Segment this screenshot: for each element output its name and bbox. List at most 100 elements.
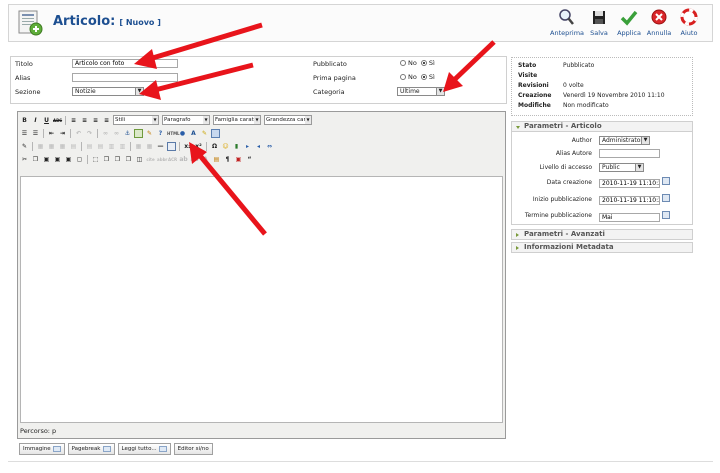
paste-icon[interactable]: ▣ xyxy=(42,155,51,164)
show-blocks-icon[interactable]: ¶ xyxy=(223,155,232,164)
table-icon[interactable]: ▦ xyxy=(36,142,45,151)
anchor-icon[interactable]: ⚓ xyxy=(123,129,132,138)
author-select[interactable]: Administrator ▼ xyxy=(599,136,650,145)
styles-select[interactable]: Stili ▼ xyxy=(113,115,159,125)
edit-css-icon[interactable]: ✎ xyxy=(20,142,29,151)
insert-row-after-icon[interactable]: ▤ xyxy=(85,142,94,151)
table-cell-props-icon[interactable]: ▦ xyxy=(58,142,67,151)
color-picker-icon[interactable]: ● xyxy=(178,129,187,138)
bold-icon[interactable]: B xyxy=(20,116,29,125)
move-forward-icon[interactable]: ❐ xyxy=(113,155,122,164)
save-button[interactable]: Salva xyxy=(583,8,615,42)
category-select[interactable]: Ultime ▼ xyxy=(397,87,445,96)
split-cells-icon[interactable]: ▦ xyxy=(134,142,143,151)
direction-ltr-icon[interactable]: ▸ xyxy=(243,142,252,151)
calendar-icon[interactable] xyxy=(662,177,670,185)
author-alias-input[interactable] xyxy=(599,149,660,158)
italic-icon[interactable]: I xyxy=(31,116,40,125)
delete-row-icon[interactable]: ▤ xyxy=(96,142,105,151)
table-row-props-icon[interactable]: ▦ xyxy=(47,142,56,151)
media-icon[interactable] xyxy=(211,128,220,138)
title-input[interactable]: Articolo con foto xyxy=(72,59,178,68)
text-color-icon[interactable]: A xyxy=(189,129,198,138)
indent-icon[interactable]: ⇥ xyxy=(58,129,67,138)
image-insert-icon[interactable] xyxy=(134,128,143,138)
paste-word-icon[interactable]: ▣ xyxy=(64,155,73,164)
insert-col-after-icon[interactable]: ▥ xyxy=(118,142,127,151)
absolute-position-icon[interactable]: ◫ xyxy=(135,155,144,164)
special-char-icon[interactable]: Ω xyxy=(210,142,219,151)
cite-icon[interactable]: cite xyxy=(146,155,155,164)
publish-end-input[interactable]: Mai xyxy=(599,213,660,222)
editor-content-area[interactable] xyxy=(20,176,503,423)
toggle-editor-button[interactable]: Editor si/no xyxy=(173,443,213,455)
link-icon[interactable]: ∞ xyxy=(101,129,110,138)
apply-button[interactable]: Applica xyxy=(613,8,645,42)
frontpage-yes-radio[interactable] xyxy=(420,74,427,80)
insert-layer-icon[interactable]: ❐ xyxy=(102,155,111,164)
merge-cells-icon[interactable]: ▦ xyxy=(145,142,154,151)
abbr-icon[interactable]: abbr xyxy=(157,155,167,164)
publish-start-input[interactable]: 2010-11-19 11:10:24 xyxy=(599,196,660,205)
calendar-icon[interactable] xyxy=(662,194,670,202)
help-icon[interactable]: ? xyxy=(156,129,165,138)
format-select[interactable]: Paragrafo ▼ xyxy=(162,115,210,125)
ins-icon[interactable]: ab xyxy=(190,155,199,164)
move-backward-icon[interactable]: ❐ xyxy=(124,155,133,164)
fullscreen-icon[interactable]: ⇔ xyxy=(265,142,274,151)
subscript-icon[interactable]: x₂ xyxy=(183,142,192,151)
alias-input[interactable] xyxy=(72,73,178,82)
strikethrough-icon[interactable]: ABC xyxy=(53,116,62,125)
underline-icon[interactable]: U xyxy=(42,116,51,125)
template-icon[interactable]: ▤ xyxy=(212,155,221,164)
redo-icon[interactable]: ↷ xyxy=(85,129,94,138)
paste-text-icon[interactable]: ▣ xyxy=(53,155,62,164)
published-no-radio[interactable] xyxy=(400,60,406,66)
copy-icon[interactable]: ❐ xyxy=(31,155,40,164)
blockquote-icon[interactable]: “ xyxy=(245,155,254,164)
pagebreak-button[interactable]: Pagebreak xyxy=(67,443,115,455)
section-select[interactable]: Notizie ▼ xyxy=(72,87,144,96)
horizontal-rule-icon[interactable]: — xyxy=(156,142,165,151)
superscript-icon[interactable]: x² xyxy=(194,142,203,151)
acronym-icon[interactable]: ACR xyxy=(168,155,177,164)
preview-button[interactable]: Anteprima xyxy=(550,8,584,42)
accordion-metadata[interactable]: Informazioni Metadata xyxy=(511,242,693,253)
published-yes-radio[interactable] xyxy=(420,60,427,66)
align-left-icon[interactable]: ≡ xyxy=(69,116,78,125)
attribs-icon[interactable]: A xyxy=(201,155,210,164)
insert-col-before-icon[interactable]: ▥ xyxy=(107,142,116,151)
accordion-advanced-params[interactable]: Parametri - Avanzati xyxy=(511,229,693,240)
frontpage-no-radio[interactable] xyxy=(400,74,406,80)
del-icon[interactable]: ab xyxy=(179,155,188,164)
help-button[interactable]: Aiuto xyxy=(673,8,705,42)
align-center-icon[interactable]: ≡ xyxy=(80,116,89,125)
align-right-icon[interactable]: ≡ xyxy=(91,116,100,125)
cancel-button[interactable]: Annulla xyxy=(643,8,675,42)
numbered-list-icon[interactable]: ☰ xyxy=(31,129,40,138)
image-button[interactable]: Immagine xyxy=(19,443,65,455)
insert-date-icon[interactable] xyxy=(167,141,176,151)
undo-icon[interactable]: ↶ xyxy=(74,129,83,138)
access-level-select[interactable]: Public ▼ xyxy=(599,163,644,172)
accordion-article-params[interactable]: Parametri - Articolo xyxy=(511,121,693,132)
unlink-icon[interactable]: ∞ xyxy=(112,129,121,138)
html-source-icon[interactable]: HTML xyxy=(167,129,180,138)
visual-aid-icon[interactable]: ⬚ xyxy=(91,155,100,164)
direction-rtl-icon[interactable]: ◂ xyxy=(254,142,263,151)
highlight-color-icon[interactable]: ✎ xyxy=(200,129,209,138)
calendar-icon[interactable] xyxy=(662,211,670,219)
cleanup-icon[interactable]: ✎ xyxy=(145,129,154,138)
select-all-icon[interactable]: ▢ xyxy=(75,155,84,164)
align-justify-icon[interactable]: ≡ xyxy=(102,116,111,125)
emoticon-icon[interactable]: ☺ xyxy=(221,142,230,151)
insert-row-before-icon[interactable]: ▤ xyxy=(69,142,78,151)
font-family-select[interactable]: Famiglia caratt ▼ xyxy=(213,115,261,125)
non-breaking-icon[interactable]: ▣ xyxy=(234,155,243,164)
readmore-button[interactable]: Leggi tutto... xyxy=(117,443,171,455)
cut-icon[interactable]: ✂ xyxy=(20,155,29,164)
font-size-select[interactable]: Grandezza car ▼ xyxy=(264,115,312,125)
flash-icon[interactable]: ▮ xyxy=(232,142,241,151)
bullet-list-icon[interactable]: ☰ xyxy=(20,129,29,138)
outdent-icon[interactable]: ⇤ xyxy=(47,129,56,138)
